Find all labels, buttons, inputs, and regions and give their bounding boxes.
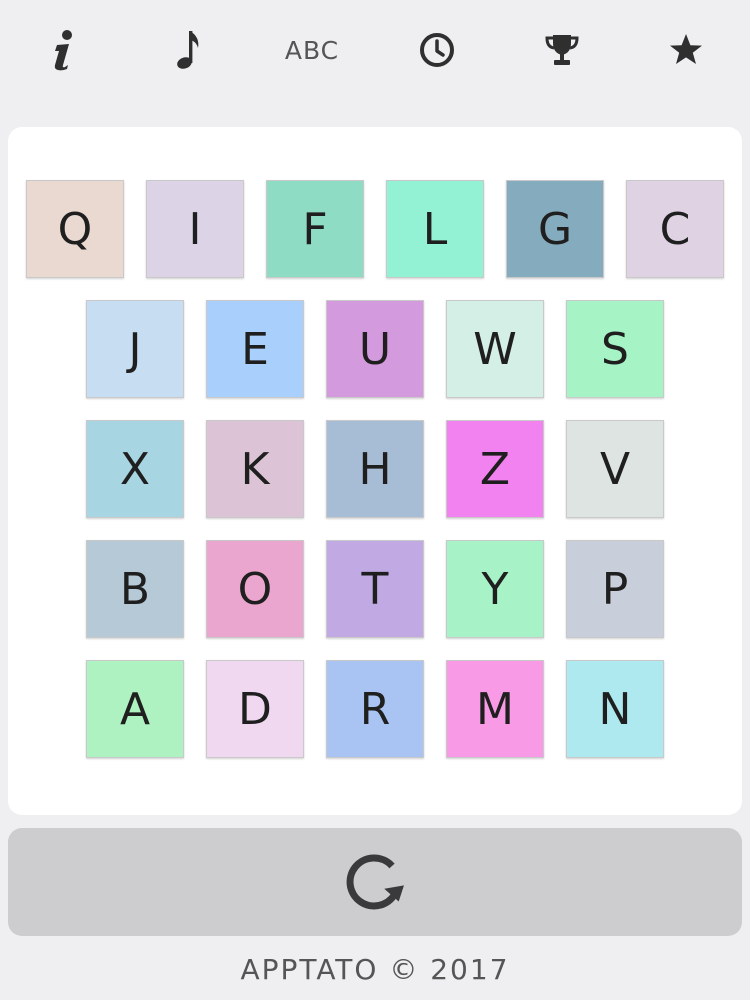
abc-label: ABC [284,35,340,65]
letter-tile-b[interactable]: B [86,540,184,638]
letter-board: QIFLGC JEUWS XKHZV BOTYP ADRMN [8,127,742,815]
star-icon [670,34,702,64]
letter-tile-m[interactable]: M [446,660,544,758]
letter-tile-e[interactable]: E [206,300,304,398]
reset-button[interactable] [8,828,742,936]
letter-tile-i[interactable]: I [146,180,244,278]
letter-tile-s[interactable]: S [566,300,664,398]
info-button[interactable] [33,22,93,78]
letter-tile-h[interactable]: H [326,420,424,518]
letter-tile-t[interactable]: T [326,540,424,638]
trophy-button[interactable] [532,22,592,78]
music-note-icon [177,31,199,69]
trophy-icon [545,35,579,65]
clock-icon [420,33,454,67]
copyright-footer: APPTATO © 2017 [240,953,510,986]
letter-tile-q[interactable]: Q [26,180,124,278]
timer-button[interactable] [407,22,467,78]
letter-tile-r[interactable]: R [326,660,424,758]
letter-tile-u[interactable]: U [326,300,424,398]
refresh-icon [346,854,404,910]
letter-tile-w[interactable]: W [446,300,544,398]
letter-tile-a[interactable]: A [86,660,184,758]
letter-tile-k[interactable]: K [206,420,304,518]
letter-tile-d[interactable]: D [206,660,304,758]
letter-tile-n[interactable]: N [566,660,664,758]
letter-tile-v[interactable]: V [566,420,664,518]
info-icon [54,30,72,71]
letter-tile-l[interactable]: L [386,180,484,278]
top-toolbar: ABC [0,0,750,100]
letter-tile-p[interactable]: P [566,540,664,638]
letter-tile-j[interactable]: J [86,300,184,398]
favorites-button[interactable] [656,22,716,78]
letter-tile-g[interactable]: G [506,180,604,278]
letter-tile-z[interactable]: Z [446,420,544,518]
letter-tile-x[interactable]: X [86,420,184,518]
letter-tile-y[interactable]: Y [446,540,544,638]
letter-tile-o[interactable]: O [206,540,304,638]
music-button[interactable] [158,22,218,78]
abc-mode-button[interactable]: ABC [282,22,342,78]
letter-tile-c[interactable]: C [626,180,724,278]
letter-tile-f[interactable]: F [266,180,364,278]
